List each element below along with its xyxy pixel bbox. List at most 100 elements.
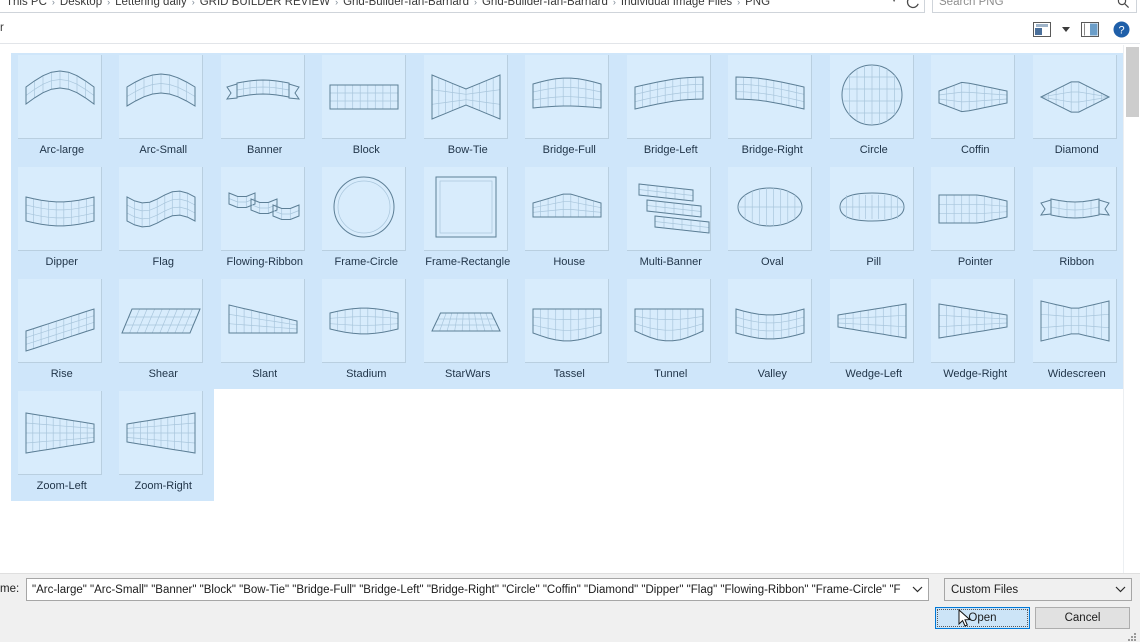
file-label: Frame-Circle: [334, 256, 399, 268]
breadcrumb-item[interactable]: PNG: [743, 0, 772, 8]
file-item[interactable]: Oval: [721, 165, 823, 277]
file-item[interactable]: House: [518, 165, 620, 277]
file-item[interactable]: Slant: [214, 277, 316, 389]
file-item[interactable]: Arc-large: [11, 53, 113, 165]
file-list-pane[interactable]: Arc-large Arc-Small Banner Block Bow-Tie Brid…: [0, 45, 1123, 573]
file-item[interactable]: Pointer: [924, 165, 1026, 277]
vertical-scrollbar[interactable]: [1123, 45, 1140, 573]
frame-circle-shape-icon: [322, 167, 407, 251]
breadcrumb-item[interactable]: Grid-Builder-Ian-Barnard: [480, 0, 610, 8]
file-item[interactable]: Multi-Banner: [620, 165, 722, 277]
file-item[interactable]: Block: [315, 53, 417, 165]
breadcrumb-separator: ›: [51, 0, 55, 7]
file-item[interactable]: Bridge-Full: [518, 53, 620, 165]
slant-shape-icon: [220, 279, 305, 363]
file-item[interactable]: Zoom-Left: [11, 389, 113, 501]
file-thumbnail: [17, 391, 106, 479]
file-label: Zoom-Left: [36, 480, 87, 492]
file-item[interactable]: Zoom-Right: [112, 389, 214, 501]
file-thumbnail: [728, 279, 816, 367]
file-thumbnail: [1032, 167, 1121, 255]
ribbon-shape-icon: [1032, 167, 1117, 251]
file-thumbnail: [423, 279, 512, 367]
breadcrumb-item[interactable]: Lettering daily: [113, 0, 189, 8]
breadcrumb-item[interactable]: This PC: [4, 0, 49, 8]
file-label: Multi-Banner: [639, 256, 702, 268]
file-item[interactable]: Tunnel: [620, 277, 722, 389]
file-label: Stadium: [346, 368, 387, 380]
breadcrumb-separator: ›: [612, 0, 616, 7]
file-item[interactable]: Flowing-Ribbon: [214, 165, 316, 277]
search-input[interactable]: Search PNG: [932, 0, 1137, 13]
file-label: Widescreen: [1047, 368, 1106, 380]
breadcrumb-item[interactable]: Desktop: [58, 0, 104, 8]
refresh-icon[interactable]: [903, 0, 923, 12]
cancel-button[interactable]: Cancel: [1035, 607, 1130, 629]
file-item[interactable]: Stadium: [315, 277, 417, 389]
wedge-right-shape-icon: [931, 279, 1016, 363]
file-item[interactable]: Diamond: [1026, 53, 1123, 165]
breadcrumb-item[interactable]: Grid-Builder-Ian-Barnard: [341, 0, 471, 8]
breadcrumb-separator: ›: [335, 0, 339, 7]
oval-shape-icon: [728, 167, 813, 251]
file-label: Rise: [50, 368, 73, 380]
file-item[interactable]: Frame-Rectangle: [417, 165, 519, 277]
file-label: Valley: [757, 368, 787, 380]
breadcrumb-item[interactable]: Individual Image Files: [619, 0, 734, 8]
file-label: Wedge-Left: [845, 368, 903, 380]
pointer-shape-icon: [931, 167, 1016, 251]
breadcrumb[interactable]: This PC › Desktop › Lettering daily › GR…: [0, 0, 925, 13]
breadcrumb-item[interactable]: GRID BUILDER REVIEW: [198, 0, 332, 8]
multi-banner-shape-icon: [626, 167, 711, 251]
view-layout-icon[interactable]: [1031, 18, 1053, 40]
file-thumbnail: [220, 279, 309, 367]
help-icon[interactable]: ?: [1110, 18, 1132, 40]
file-label: Block: [352, 144, 380, 156]
preview-pane-icon[interactable]: [1079, 18, 1101, 40]
file-item[interactable]: Coffin: [924, 53, 1026, 165]
file-label: Circle: [859, 144, 888, 156]
file-thumbnail: [17, 167, 106, 255]
flowing-ribbon-shape-icon: [220, 167, 305, 251]
open-button[interactable]: Open: [935, 607, 1030, 629]
chevron-down-icon[interactable]: [912, 585, 923, 597]
file-item[interactable]: Valley: [721, 277, 823, 389]
chevron-down-icon[interactable]: [1115, 585, 1126, 597]
resize-grip-icon[interactable]: [1127, 629, 1137, 641]
file-item[interactable]: Flag: [112, 165, 214, 277]
file-item[interactable]: Bridge-Right: [721, 53, 823, 165]
file-item[interactable]: Widescreen: [1026, 277, 1123, 389]
file-item[interactable]: Wedge-Left: [823, 277, 925, 389]
file-label: Pointer: [957, 256, 993, 268]
file-item[interactable]: Rise: [11, 277, 113, 389]
file-item[interactable]: StarWars: [417, 277, 519, 389]
filter-value: Custom Files: [951, 583, 1019, 596]
file-item[interactable]: Banner: [214, 53, 316, 165]
file-item[interactable]: Bow-Tie: [417, 53, 519, 165]
file-item[interactable]: Dipper: [11, 165, 113, 277]
file-item[interactable]: Pill: [823, 165, 925, 277]
chevron-down-icon[interactable]: [1062, 26, 1070, 32]
breadcrumb-separator: ›: [191, 0, 195, 7]
block-shape-icon: [322, 55, 407, 139]
file-label: Slant: [252, 368, 278, 380]
file-item[interactable]: Wedge-Right: [924, 277, 1026, 389]
organize-button[interactable]: r: [0, 22, 4, 34]
file-item[interactable]: Tassel: [518, 277, 620, 389]
widescreen-shape-icon: [1032, 279, 1117, 363]
file-item[interactable]: Shear: [112, 277, 214, 389]
file-item[interactable]: Frame-Circle: [315, 165, 417, 277]
file-item[interactable]: Ribbon: [1026, 165, 1123, 277]
file-item[interactable]: Circle: [823, 53, 925, 165]
file-item[interactable]: Bridge-Left: [620, 53, 722, 165]
scrollbar-thumb[interactable]: [1126, 47, 1139, 117]
file-label: Bridge-Right: [741, 144, 803, 156]
address-bar-strip: This PC › Desktop › Lettering daily › GR…: [0, 0, 1140, 14]
file-label: Oval: [760, 256, 784, 268]
file-type-filter[interactable]: Custom Files: [944, 578, 1132, 601]
search-icon[interactable]: [1117, 0, 1130, 14]
chevron-down-icon[interactable]: ▼: [890, 0, 898, 4]
filename-value: "Arc-large" "Arc-Small" "Banner" "Block"…: [32, 583, 901, 596]
file-item[interactable]: Arc-Small: [112, 53, 214, 165]
filename-input[interactable]: "Arc-large" "Arc-Small" "Banner" "Block"…: [26, 578, 929, 601]
